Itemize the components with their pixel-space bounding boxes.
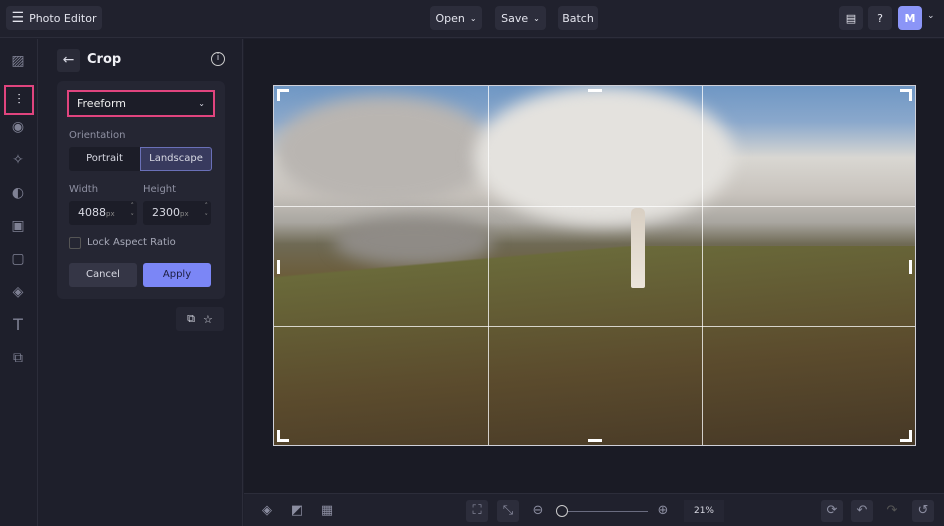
redo-icon[interactable]: ↷ (881, 500, 903, 522)
zoom-in-icon[interactable]: ⊕ (652, 500, 674, 522)
layers-icon[interactable]: ◈ (256, 500, 278, 522)
width-input[interactable]: 4088px ˄ ˅ (69, 201, 137, 225)
texture-icon[interactable]: ◈ (8, 282, 28, 302)
avatar[interactable]: M (898, 6, 922, 30)
feedback-icon[interactable]: ▤ (839, 6, 863, 30)
height-unit: px (180, 210, 189, 218)
canvas-area (244, 39, 944, 493)
photo-crop-area[interactable] (273, 85, 916, 446)
apply-button[interactable]: Apply (143, 263, 211, 287)
width-value: 4088 (78, 206, 106, 219)
reset-icon[interactable]: ⟳ (821, 500, 843, 522)
landscape-button[interactable]: Landscape (140, 147, 212, 171)
frame-icon[interactable]: ▣ (8, 216, 28, 236)
open-button[interactable]: Open ⌄ (430, 6, 482, 30)
zoom-slider-handle[interactable] (556, 505, 568, 517)
zoom-out-icon[interactable]: ⊖ (527, 500, 549, 522)
top-bar: ☰ Photo Editor Open ⌄ Save ⌄ Batch ▤ ? M ⌄ (0, 0, 944, 38)
height-stepper[interactable]: ˄ ˅ (205, 201, 209, 223)
zoom-slider[interactable] (562, 511, 648, 512)
overlay-icon[interactable]: ⧉ (8, 348, 28, 368)
chevron-down-icon: ⌄ (198, 99, 205, 108)
preset-value: Freeform (77, 97, 126, 110)
actual-size-icon[interactable]: ⤡ (497, 500, 519, 522)
crop-panel: ← Crop i Freeform ⌄ Orientation Portrait … (39, 39, 243, 526)
back-arrow-icon[interactable]: ← (57, 49, 80, 72)
adjust-sliders-icon[interactable]: ⫶ (4, 85, 34, 115)
height-label: Height (143, 184, 177, 195)
shapes-icon[interactable]: ▢ (8, 249, 28, 269)
compare-icon[interactable]: ◩ (286, 500, 308, 522)
app-title: Photo Editor (29, 11, 97, 25)
eye-icon[interactable]: ◉ (8, 117, 28, 137)
batch-button[interactable]: Batch (558, 6, 598, 30)
help-icon[interactable]: ? (868, 6, 892, 30)
menu-button[interactable]: ☰ Photo Editor (6, 6, 102, 30)
orientation-label: Orientation (69, 130, 126, 141)
save-button[interactable]: Save ⌄ (495, 6, 546, 30)
height-input[interactable]: 2300px ˄ ˅ (143, 201, 211, 225)
undo-icon[interactable]: ↶ (851, 500, 873, 522)
fit-screen-icon[interactable]: ⛶ (466, 500, 488, 522)
save-label: Save (501, 11, 529, 25)
tool-rail: ▨ ⫶ ◉ ✧ ◐ ▣ ▢ ◈ T ⧉ (0, 39, 38, 526)
effects-icon[interactable]: ✧ (8, 150, 28, 170)
bottom-toolbar: ◈ ◩ ▦ ⛶ ⤡ ⊖ ⊕ 21% ⟳ ↶ ↷ ↺ (244, 493, 944, 526)
chevron-down-icon: ⌄ (469, 13, 477, 23)
cancel-button[interactable]: Cancel (69, 263, 137, 287)
person (631, 208, 645, 288)
open-label: Open (435, 11, 465, 25)
grid-icon[interactable]: ▦ (316, 500, 338, 522)
hamburger-icon: ☰ (11, 10, 25, 26)
info-icon[interactable]: i (211, 52, 225, 66)
star-icon[interactable]: ☆ (203, 313, 213, 326)
image-icon[interactable]: ▨ (8, 51, 28, 71)
lock-aspect-checkbox[interactable] (69, 237, 81, 249)
avatar-letter: M (904, 11, 916, 25)
width-unit: px (106, 210, 115, 218)
chevron-down-icon[interactable]: ⌄ (927, 11, 935, 21)
preset-select[interactable]: Freeform ⌄ (67, 90, 215, 117)
panel-title: Crop (87, 52, 122, 67)
portrait-button[interactable]: Portrait (69, 147, 140, 171)
lock-aspect-label: Lock Aspect Ratio (87, 237, 176, 248)
width-stepper[interactable]: ˄ ˅ (131, 201, 135, 223)
chevron-down-icon: ⌄ (533, 13, 540, 23)
preset-actions: ⧉ ☆ (176, 307, 224, 331)
width-label: Width (69, 184, 99, 195)
text-icon[interactable]: T (8, 315, 28, 335)
batch-label: Batch (562, 11, 594, 25)
crop-card: Freeform ⌄ Orientation Portrait Landscape… (57, 81, 225, 299)
copy-icon[interactable]: ⧉ (187, 312, 195, 326)
history-icon[interactable]: ↺ (912, 500, 934, 522)
height-value: 2300 (152, 206, 180, 219)
palette-icon[interactable]: ◐ (8, 183, 28, 203)
zoom-value[interactable]: 21% (684, 500, 724, 522)
